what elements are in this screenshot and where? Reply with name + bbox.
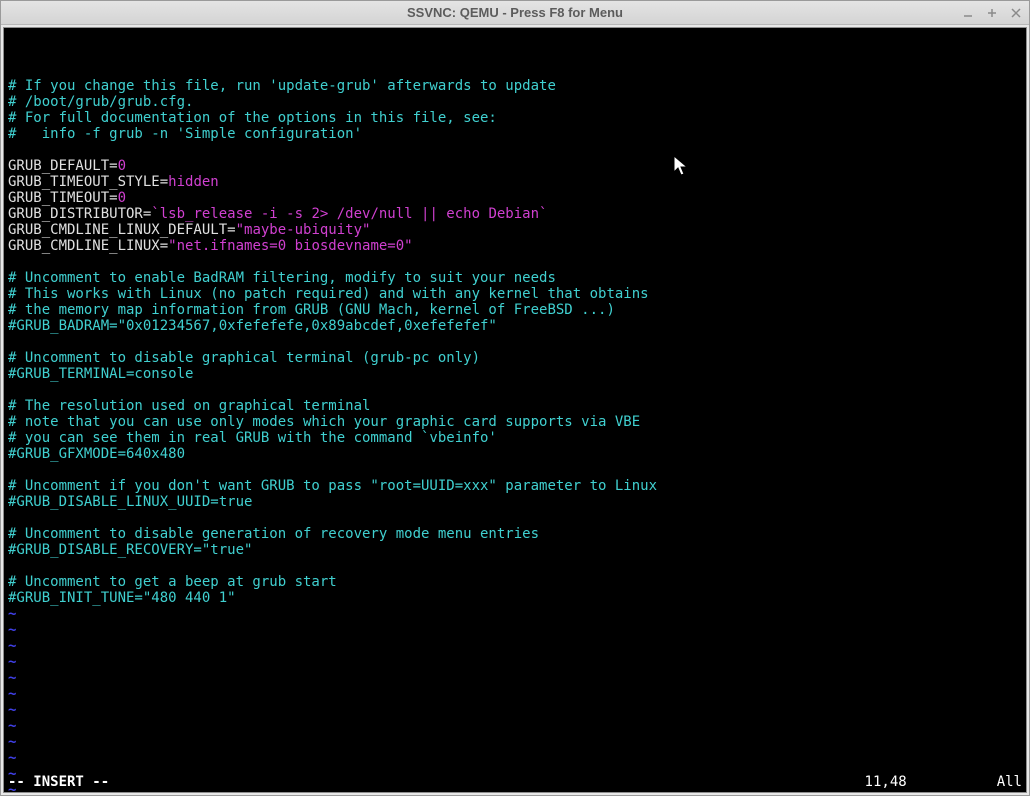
file-line: GRUB_TIMEOUT_STYLE=hidden <box>8 174 1022 190</box>
file-line: #GRUB_DISABLE_RECOVERY="true" <box>8 542 1022 558</box>
vim-status-bar: -- INSERT -- 11,48 All <box>8 774 1022 790</box>
terminal-viewport[interactable]: # If you change this file, run 'update-g… <box>3 27 1027 793</box>
file-line: # The resolution used on graphical termi… <box>8 398 1022 414</box>
file-line: # Uncomment to disable graphical termina… <box>8 350 1022 366</box>
file-line: # This works with Linux (no patch requir… <box>8 286 1022 302</box>
file-line: GRUB_CMDLINE_LINUX="net.ifnames=0 biosde… <box>8 238 1022 254</box>
file-line: # you can see them in real GRUB with the… <box>8 430 1022 446</box>
vim-mode-indicator: -- INSERT -- <box>8 774 109 790</box>
eof-tilde: ~ <box>8 622 1022 638</box>
vim-cursor-position: 11,48 <box>865 774 907 790</box>
file-line <box>8 382 1022 398</box>
file-line: # Uncomment to get a beep at grub start <box>8 574 1022 590</box>
eof-tilde: ~ <box>8 734 1022 750</box>
file-line: #GRUB_DISABLE_LINUX_UUID=true <box>8 494 1022 510</box>
window-controls <box>961 1 1023 24</box>
file-line <box>8 254 1022 270</box>
file-line <box>8 558 1022 574</box>
eof-tilde: ~ <box>8 718 1022 734</box>
file-line: GRUB_TIMEOUT=0 <box>8 190 1022 206</box>
file-line <box>8 334 1022 350</box>
file-line: #GRUB_TERMINAL=console <box>8 366 1022 382</box>
vnc-window: SSVNC: QEMU - Press F8 for Menu # If you… <box>0 0 1030 796</box>
file-line <box>8 142 1022 158</box>
file-line: GRUB_DISTRIBUTOR=`lsb_release -i -s 2> /… <box>8 206 1022 222</box>
file-line: # For full documentation of the options … <box>8 110 1022 126</box>
file-line: #GRUB_GFXMODE=640x480 <box>8 446 1022 462</box>
vim-scroll-percent: All <box>997 774 1022 790</box>
window-title: SSVNC: QEMU - Press F8 for Menu <box>407 5 623 20</box>
file-line: # Uncomment to enable BadRAM filtering, … <box>8 270 1022 286</box>
close-button[interactable] <box>1009 6 1023 20</box>
file-line <box>8 510 1022 526</box>
file-line: # Uncomment if you don't want GRUB to pa… <box>8 478 1022 494</box>
file-line <box>8 462 1022 478</box>
file-line: # note that you can use only modes which… <box>8 414 1022 430</box>
file-line: #GRUB_BADRAM="0x01234567,0xfefefefe,0x89… <box>8 318 1022 334</box>
file-line: # info -f grub -n 'Simple configuration' <box>8 126 1022 142</box>
file-line: # the memory map information from GRUB (… <box>8 302 1022 318</box>
eof-tilde: ~ <box>8 750 1022 766</box>
eof-tilde: ~ <box>8 670 1022 686</box>
file-line: #GRUB_INIT_TUNE="480 440 1" <box>8 590 1022 606</box>
eof-tilde: ~ <box>8 686 1022 702</box>
file-line: # /boot/grub/grub.cfg. <box>8 94 1022 110</box>
eof-tilde: ~ <box>8 654 1022 670</box>
titlebar[interactable]: SSVNC: QEMU - Press F8 for Menu <box>1 1 1029 25</box>
maximize-button[interactable] <box>985 6 999 20</box>
eof-tilde: ~ <box>8 606 1022 622</box>
file-line: GRUB_DEFAULT=0 <box>8 158 1022 174</box>
file-line: # If you change this file, run 'update-g… <box>8 78 1022 94</box>
eof-tilde: ~ <box>8 638 1022 654</box>
file-line: # Uncomment to disable generation of rec… <box>8 526 1022 542</box>
file-line: GRUB_CMDLINE_LINUX_DEFAULT="maybe-ubiqui… <box>8 222 1022 238</box>
minimize-button[interactable] <box>961 6 975 20</box>
eof-tilde: ~ <box>8 702 1022 718</box>
